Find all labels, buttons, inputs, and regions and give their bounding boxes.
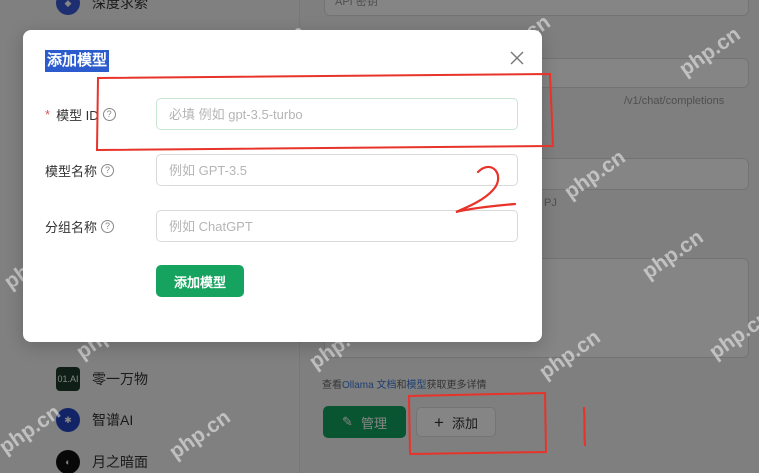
dialog-title: 添加模型 (45, 50, 110, 72)
group-name-row: 分组名称 ? (23, 210, 542, 242)
model-id-label: * 模型 ID ? (45, 98, 116, 130)
group-name-label-text: 分组名称 (45, 219, 98, 235)
model-name-label-text: 模型名称 (45, 163, 98, 179)
model-name-label: 模型名称 ? (45, 154, 115, 186)
model-id-input[interactable] (156, 98, 518, 130)
help-icon[interactable]: ? (101, 163, 115, 177)
group-name-label: 分组名称 ? (45, 210, 115, 242)
model-id-label-text: 模型 ID (56, 107, 99, 123)
model-id-row: * 模型 ID ? (23, 98, 542, 130)
group-name-input[interactable] (156, 210, 518, 242)
required-marker: * (45, 106, 51, 122)
add-model-dialog: 添加模型 * 模型 ID ? 模型名称 ? 分组名称 ? 添加模型 (23, 30, 542, 342)
model-name-row: 模型名称 ? (23, 154, 542, 186)
add-model-submit-button[interactable]: 添加模型 (156, 265, 244, 297)
help-icon[interactable]: ? (101, 219, 115, 233)
help-icon[interactable]: ? (102, 107, 116, 121)
close-button[interactable] (507, 48, 527, 68)
model-name-input[interactable] (156, 154, 518, 186)
close-icon (510, 51, 524, 65)
